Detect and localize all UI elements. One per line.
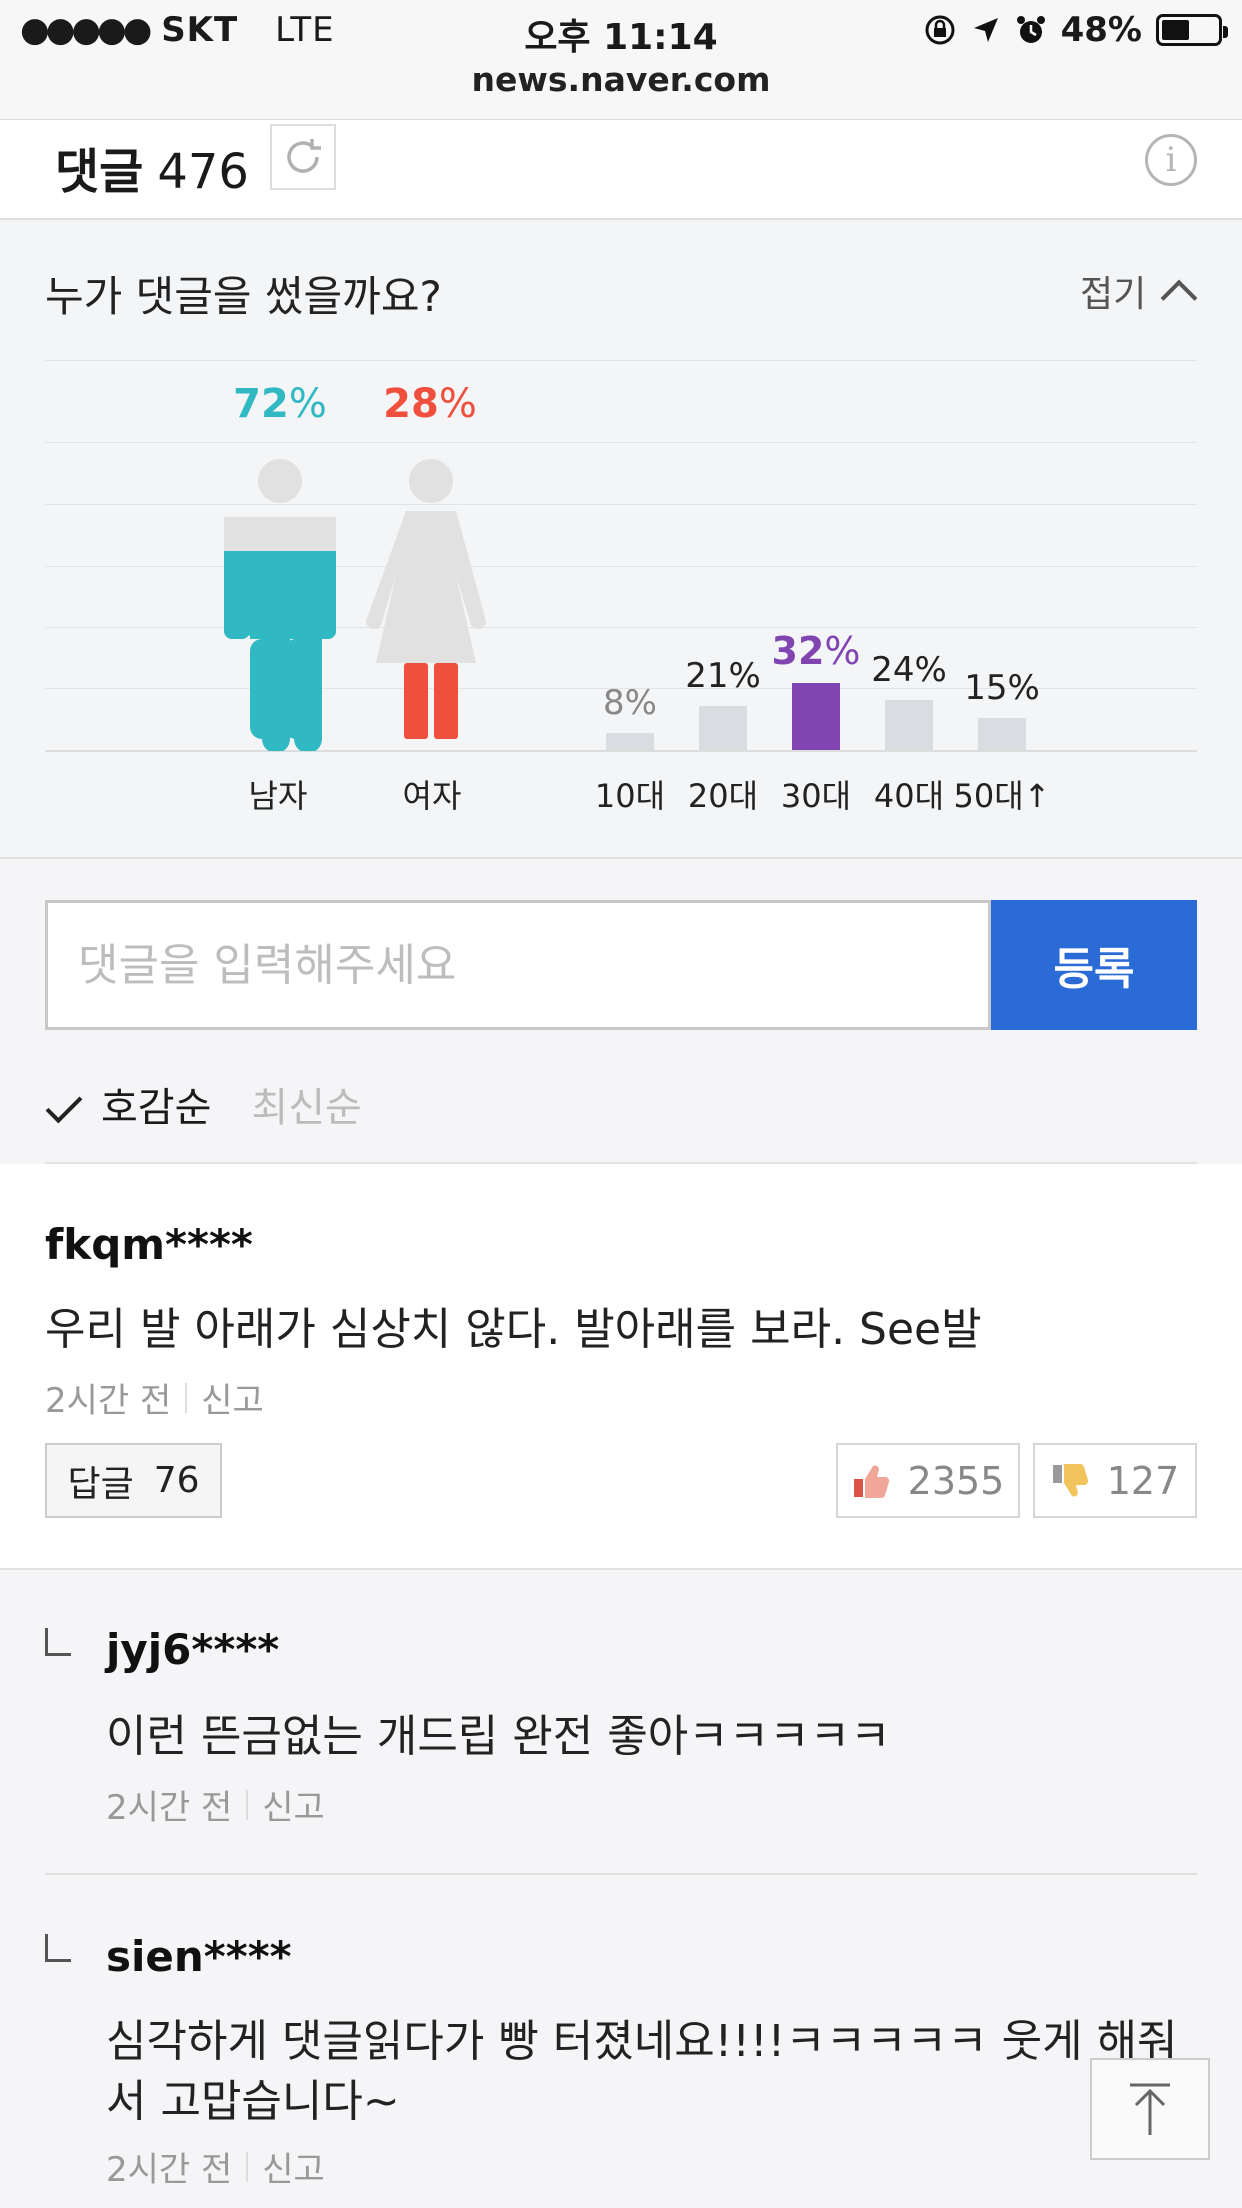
info-icon[interactable]: i — [1145, 134, 1197, 186]
report-link[interactable]: 신고 — [262, 2142, 325, 2191]
address-bar-url[interactable]: news.naver.com — [0, 60, 1242, 99]
comment-time: 2시간 전 — [45, 1381, 172, 1421]
sort-by-likes-label: 호감순 — [101, 1085, 212, 1131]
meta-separator — [246, 1789, 249, 1820]
status-icons: 48% — [923, 10, 1228, 50]
comments-label: 댓글 — [55, 144, 144, 200]
fold-button[interactable]: 접기 — [1080, 265, 1198, 317]
female-label: 여자 — [402, 777, 462, 815]
reply-username[interactable]: sien**** — [106, 1932, 292, 1981]
meta-separator — [246, 2151, 249, 2182]
alarm-clock-icon — [1016, 16, 1045, 43]
female-figure-icon — [366, 459, 487, 739]
age-bar — [978, 718, 1026, 750]
age-bar-category: 50대↑ — [953, 777, 1051, 815]
report-link[interactable]: 신고 — [262, 1780, 325, 1829]
reply-text: 이런 뜬금없는 개드립 완전 좋아ㅋㅋㅋㅋㅋ — [106, 1711, 891, 1762]
female-percent: 28% — [383, 381, 477, 427]
grid-line — [45, 360, 1197, 361]
dislike-button[interactable]: 127 — [1033, 1443, 1197, 1518]
reply-arrow-icon — [45, 1934, 71, 1962]
comments-header: 댓글 476 i — [0, 120, 1242, 220]
checkmark-icon — [45, 1086, 83, 1124]
submit-button[interactable]: 등록 — [991, 900, 1197, 1030]
reply-username[interactable]: jyj6**** — [106, 1625, 279, 1674]
comments-count: 476 — [157, 144, 249, 200]
commenter-stats-panel: 누가 댓글을 썼을까요? 접기 72% 28% 남자 여자 8% 10대 21% 20… — [0, 221, 1242, 859]
battery-percent: 48% — [1060, 10, 1142, 50]
male-percent: 72% — [233, 381, 327, 427]
age-bar — [792, 683, 840, 750]
stats-question: 누가 댓글을 썼을까요? — [45, 272, 442, 321]
chevron-up-icon — [1160, 279, 1198, 317]
location-arrow-icon — [973, 18, 998, 42]
fold-label: 접기 — [1080, 274, 1147, 315]
thumbs-up-icon — [853, 1464, 889, 1498]
comments-title: 댓글 476 — [55, 132, 249, 202]
meta-separator — [185, 1382, 188, 1413]
age-bar — [699, 706, 747, 750]
sort-by-latest[interactable]: 최신순 — [251, 1075, 361, 1133]
sort-options: 호감순 최신순 — [45, 1075, 362, 1133]
comment-composer: 등록 — [45, 900, 1197, 1030]
age-bar-value: 15% — [964, 668, 1040, 708]
battery-icon — [1156, 14, 1228, 46]
reply-button[interactable]: 답글 76 — [45, 1443, 222, 1518]
refresh-icon — [287, 139, 321, 173]
reply-meta: 2시간 전 신고 — [106, 1780, 325, 1829]
rotation-lock-icon — [925, 15, 955, 45]
refresh-button[interactable] — [270, 124, 336, 190]
reply-meta: 2시간 전 신고 — [106, 2142, 325, 2191]
male-figure-icon — [224, 459, 336, 751]
comment-meta: 2시간 전 신고 — [45, 1373, 264, 1422]
male-label: 남자 — [248, 777, 308, 815]
reply-text-line1: 심각하게 댓글읽다가 빵 터졌네요!!!!ㅋㅋㅋㅋㅋ 웃게 해줘 — [106, 2016, 1178, 2067]
arrow-up-icon — [1130, 2083, 1170, 2135]
age-bar — [885, 700, 933, 750]
like-button[interactable]: 2355 — [836, 1443, 1020, 1518]
report-link[interactable]: 신고 — [201, 1373, 264, 1422]
divider — [45, 1873, 1197, 1875]
sort-by-likes[interactable]: 호감순 — [45, 1075, 211, 1133]
reply-count: 76 — [153, 1460, 200, 1501]
status-bar: ●●●●● SKT LTE 오후 11:14 48% news.naver.co… — [0, 0, 1242, 120]
dislike-count: 127 — [1106, 1458, 1180, 1503]
scroll-to-top-button[interactable] — [1090, 2058, 1210, 2160]
reply-time: 2시간 전 — [106, 1788, 233, 1828]
reply-arrow-icon — [45, 1628, 71, 1656]
reply-text-line2: 서 고맙습니다~ — [106, 2076, 400, 2127]
grid-line — [45, 442, 1197, 443]
age-bar — [606, 733, 654, 750]
reply-label: 답글 — [67, 1463, 134, 1505]
comment-text: 우리 발 아래가 심상치 않다. 발아래를 보라. See발 — [45, 1304, 982, 1355]
like-count: 2355 — [907, 1458, 1005, 1503]
reply-time: 2시간 전 — [106, 2150, 233, 2190]
comment-username[interactable]: fkqm**** — [45, 1220, 253, 1269]
comment-input[interactable] — [45, 900, 991, 1030]
thumbs-down-icon — [1052, 1463, 1088, 1497]
